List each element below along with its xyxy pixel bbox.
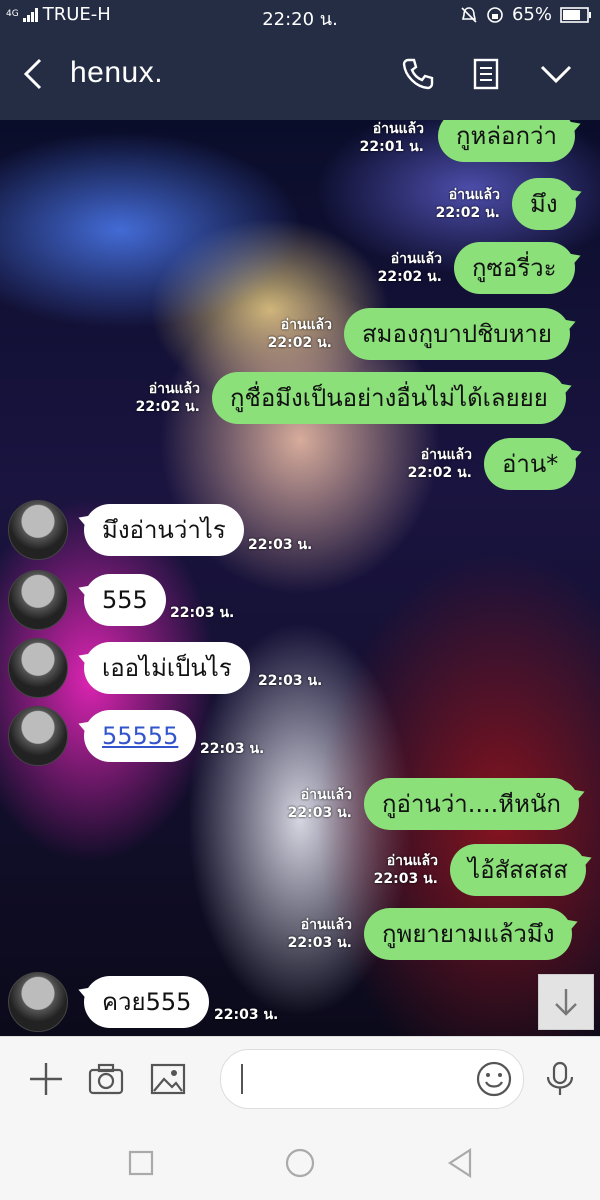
- message-time: 22:02 น.: [377, 269, 442, 285]
- microphone-icon[interactable]: [540, 1059, 580, 1099]
- message-bubble[interactable]: ควย555: [84, 976, 210, 1028]
- mute-bell-icon: [461, 6, 477, 23]
- message-meta: อ่านแล้ว 22:02 น.: [424, 186, 500, 222]
- status-bar: 4G TRUE-H 22:20 น. 65%: [0, 0, 600, 30]
- circle-icon[interactable]: [283, 1146, 317, 1180]
- avatar[interactable]: [8, 500, 68, 560]
- message-time: 22:03 น.: [200, 741, 265, 757]
- message-bubble[interactable]: กูหล่อกว่า: [438, 120, 575, 162]
- message-meta: อ่านแล้ว 22:02 น.: [366, 250, 442, 286]
- triangle-back-icon[interactable]: [444, 1146, 478, 1180]
- read-receipt: อ่านแล้ว: [372, 121, 424, 137]
- plus-icon[interactable]: [26, 1059, 66, 1099]
- status-right: 65%: [460, 4, 592, 25]
- message-bubble[interactable]: กูชื่อมึงเป็นอย่างอื่นไม่ได้เลยยย: [212, 372, 566, 424]
- message-meta: อ่านแล้ว 22:03 น.: [362, 852, 438, 888]
- message-time: 22:03 น.: [214, 1007, 279, 1023]
- message-bubble[interactable]: 555: [84, 574, 166, 626]
- message-meta: อ่านแล้ว 22:03 น.: [276, 786, 352, 822]
- system-nav-bar: [0, 1122, 600, 1200]
- message-bubble[interactable]: สมองกูบาปชิบหาย: [344, 308, 570, 360]
- avatar[interactable]: [8, 638, 68, 698]
- message-time: 22:02 น.: [407, 465, 472, 481]
- message-bubble[interactable]: กูซอรี่วะ: [454, 242, 575, 294]
- scroll-to-bottom-button[interactable]: [538, 974, 594, 1030]
- message-time: 22:03 น.: [373, 871, 438, 887]
- avatar[interactable]: [8, 972, 68, 1032]
- message-bubble[interactable]: เออไม่เป็นไร: [84, 642, 250, 694]
- chat-header: henux.: [0, 30, 600, 120]
- phone-icon[interactable]: [398, 54, 438, 94]
- message-time: 22:03 น.: [170, 605, 235, 621]
- chat-messages[interactable]: กูหล่อกว่า อ่านแล้ว 22:01 น. มึง อ่านแล้ว…: [0, 120, 600, 1036]
- message-meta: อ่านแล้ว 22:02 น.: [124, 380, 200, 416]
- smiley-icon[interactable]: [475, 1060, 513, 1098]
- message-time: 22:01 น.: [359, 139, 424, 155]
- battery-icon: [560, 6, 591, 23]
- message-link[interactable]: 55555: [102, 722, 178, 750]
- read-receipt: อ่านแล้ว: [386, 853, 438, 869]
- camera-icon[interactable]: [86, 1059, 126, 1099]
- message-bubble[interactable]: มึงอ่านว่าไร: [84, 504, 244, 556]
- message-bubble[interactable]: กูพยายามแล้วมึง: [364, 908, 573, 960]
- message-input-bar: [0, 1036, 600, 1123]
- square-icon[interactable]: [124, 1146, 158, 1180]
- message-meta: อ่านแล้ว 22:01 น.: [348, 120, 424, 156]
- back-arrow-icon[interactable]: [18, 56, 54, 92]
- battery-percent: 65%: [511, 4, 552, 25]
- message-bubble[interactable]: กูอ่านว่า....หีหนัก: [364, 778, 579, 830]
- message-time: 22:02 น.: [135, 399, 200, 415]
- message-bubble[interactable]: อ่าน*: [484, 438, 577, 490]
- rotation-lock-icon: [487, 6, 503, 23]
- message-time: 22:03 น.: [287, 935, 352, 951]
- arrow-down-icon: [555, 989, 577, 1016]
- message-meta: อ่านแล้ว 22:02 น.: [396, 446, 472, 482]
- read-receipt: อ่านแล้ว: [300, 787, 352, 803]
- message-time: 22:03 น.: [287, 805, 352, 821]
- read-receipt: อ่านแล้ว: [148, 381, 200, 397]
- message-time: 22:02 น.: [435, 205, 500, 221]
- image-icon[interactable]: [148, 1059, 188, 1099]
- message-bubble[interactable]: ไอ้สัสสสส: [450, 844, 586, 896]
- message-time: 22:03 น.: [248, 537, 313, 553]
- message-input[interactable]: [220, 1049, 524, 1109]
- read-receipt: อ่านแล้ว: [280, 317, 332, 333]
- avatar[interactable]: [8, 570, 68, 630]
- read-receipt: อ่านแล้ว: [300, 917, 352, 933]
- contact-name[interactable]: henux.: [70, 56, 163, 90]
- message-meta: อ่านแล้ว 22:02 น.: [256, 316, 332, 352]
- read-receipt: อ่านแล้ว: [420, 447, 472, 463]
- chevron-down-icon[interactable]: [536, 54, 576, 94]
- read-receipt: อ่านแล้ว: [448, 187, 500, 203]
- note-icon[interactable]: [466, 54, 506, 94]
- message-bubble[interactable]: มึง: [512, 178, 576, 230]
- message-bubble[interactable]: 55555: [84, 710, 197, 762]
- message-meta: อ่านแล้ว 22:03 น.: [276, 916, 352, 952]
- message-time: 22:03 น.: [258, 673, 323, 689]
- read-receipt: อ่านแล้ว: [390, 251, 442, 267]
- avatar[interactable]: [8, 706, 68, 766]
- message-time: 22:02 น.: [267, 335, 332, 351]
- text-cursor: [241, 1064, 243, 1094]
